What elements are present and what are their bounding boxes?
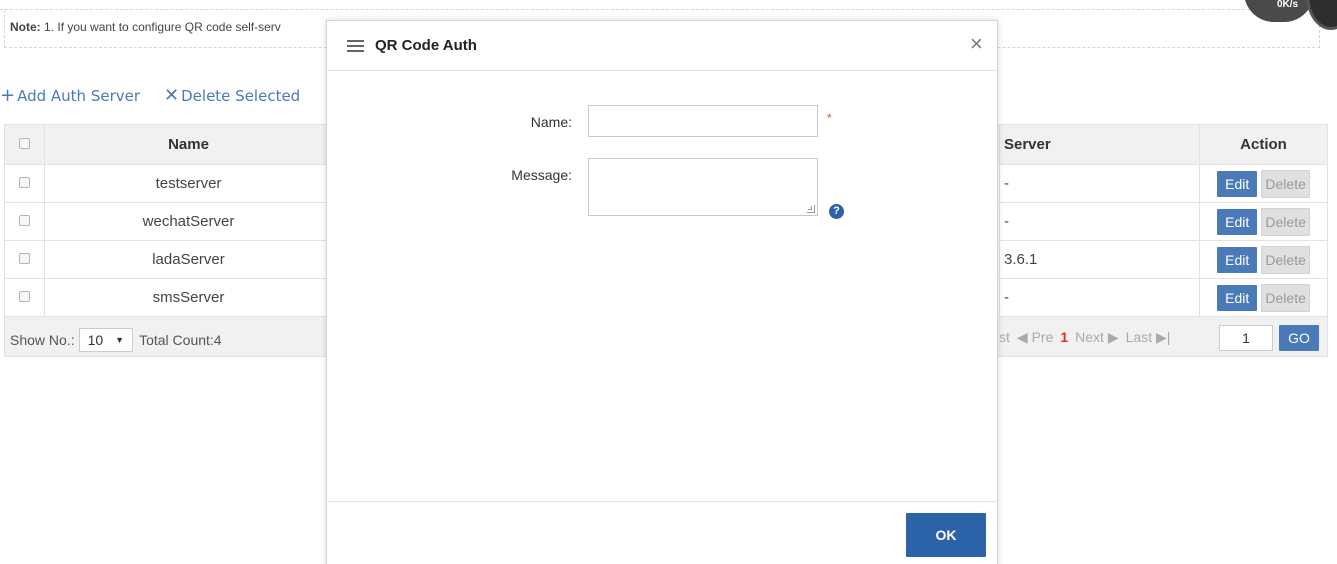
- name-label: Name:: [530, 114, 572, 130]
- add-auth-server-button[interactable]: + Add Auth Server: [0, 85, 141, 106]
- row-actions: Edit Delete: [1199, 202, 1328, 241]
- close-icon[interactable]: ×: [970, 33, 983, 55]
- show-no-label: Show No.:: [10, 332, 75, 348]
- row-checkbox[interactable]: [19, 177, 30, 188]
- delete-button[interactable]: Delete: [1261, 207, 1310, 236]
- row-server: -: [999, 278, 1200, 317]
- qr-code-auth-dialog: QR Code Auth × Name: * Message: ? OK: [326, 20, 998, 564]
- row-server: -: [999, 202, 1200, 241]
- row-actions: Edit Delete: [1199, 240, 1328, 279]
- row-checkbox-cell: [4, 164, 45, 203]
- dialog-footer: OK: [327, 501, 997, 564]
- page-size-control: Show No.: 10 ▼ Total Count:4: [10, 328, 222, 352]
- row-actions: Edit Delete: [1199, 164, 1328, 203]
- server-column-header: Server: [999, 124, 1200, 165]
- row-actions: Edit Delete: [1199, 278, 1328, 317]
- row-name: wechatServer: [44, 202, 333, 241]
- pre-page-link[interactable]: ◀ Pre: [1017, 329, 1053, 346]
- delete-button[interactable]: Delete: [1261, 245, 1310, 274]
- next-label: Next: [1075, 329, 1104, 345]
- edit-button[interactable]: Edit: [1217, 208, 1258, 235]
- current-page: 1: [1060, 329, 1069, 345]
- resize-handle-icon[interactable]: [807, 205, 815, 213]
- chevron-down-icon: ▼: [115, 335, 125, 345]
- row-checkbox[interactable]: [19, 215, 30, 226]
- row-checkbox[interactable]: [19, 253, 30, 264]
- message-textarea[interactable]: [588, 158, 818, 216]
- last-page-link[interactable]: Last ▶|: [1126, 329, 1171, 346]
- close-x-icon: ✕: [164, 85, 180, 106]
- help-icon[interactable]: ?: [829, 204, 844, 219]
- delete-selected-button[interactable]: ✕ Delete Selected: [164, 85, 301, 106]
- row-checkbox-cell: [4, 240, 45, 279]
- row-name: smsServer: [44, 278, 333, 317]
- dialog-title: QR Code Auth: [375, 37, 477, 54]
- action-column-header: Action: [1199, 124, 1328, 165]
- pre-label: Pre: [1031, 329, 1054, 345]
- row-server: -: [999, 164, 1200, 203]
- required-asterisk: *: [827, 111, 832, 125]
- last-page-icon: ▶|: [1155, 329, 1171, 345]
- row-name: ladaServer: [44, 240, 333, 279]
- total-count: Total Count:4: [139, 332, 222, 348]
- plus-icon: +: [0, 85, 16, 106]
- note-label: Note:: [10, 20, 41, 34]
- first-page-link[interactable]: st: [999, 329, 1010, 346]
- chevron-left-icon: ◀: [1016, 329, 1028, 345]
- next-page-link[interactable]: Next ▶: [1075, 329, 1118, 346]
- page-number-input[interactable]: 1: [1219, 325, 1273, 351]
- delete-button[interactable]: Delete: [1261, 283, 1310, 312]
- last-label: Last: [1125, 329, 1153, 345]
- page-size-value: 10: [87, 332, 104, 348]
- pagination: st ◀ Pre 1 Next ▶ Last ▶|: [999, 329, 1170, 346]
- dialog-header: QR Code Auth ×: [327, 21, 997, 71]
- row-checkbox-cell: [4, 278, 45, 317]
- row-checkbox-cell: [4, 202, 45, 241]
- chevron-right-icon: ▶: [1107, 329, 1119, 345]
- hamburger-menu-icon: [347, 40, 364, 52]
- delete-selected-label: Delete Selected: [181, 87, 301, 105]
- name-input[interactable]: [588, 105, 818, 137]
- select-all-cell: [4, 124, 45, 165]
- edit-button[interactable]: Edit: [1217, 246, 1258, 273]
- message-label: Message:: [511, 167, 572, 183]
- speed-gauge-text: 0K/s: [1277, 0, 1299, 10]
- go-button[interactable]: GO: [1279, 325, 1319, 351]
- edit-button[interactable]: Edit: [1217, 284, 1258, 311]
- row-name: testserver: [44, 164, 333, 203]
- ok-button[interactable]: OK: [906, 513, 986, 557]
- note-text: 1. If you want to configure QR code self…: [44, 20, 281, 34]
- edit-button[interactable]: Edit: [1217, 170, 1258, 197]
- page-size-select[interactable]: 10 ▼: [78, 328, 134, 352]
- delete-button[interactable]: Delete: [1261, 169, 1310, 198]
- name-column-header: Name: [44, 124, 333, 165]
- toolbar: + Add Auth Server ✕ Delete Selected: [0, 86, 324, 106]
- add-auth-server-label: Add Auth Server: [17, 87, 141, 105]
- row-server: 3.6.1: [999, 240, 1200, 279]
- row-checkbox[interactable]: [19, 291, 30, 302]
- select-all-checkbox[interactable]: [19, 138, 30, 149]
